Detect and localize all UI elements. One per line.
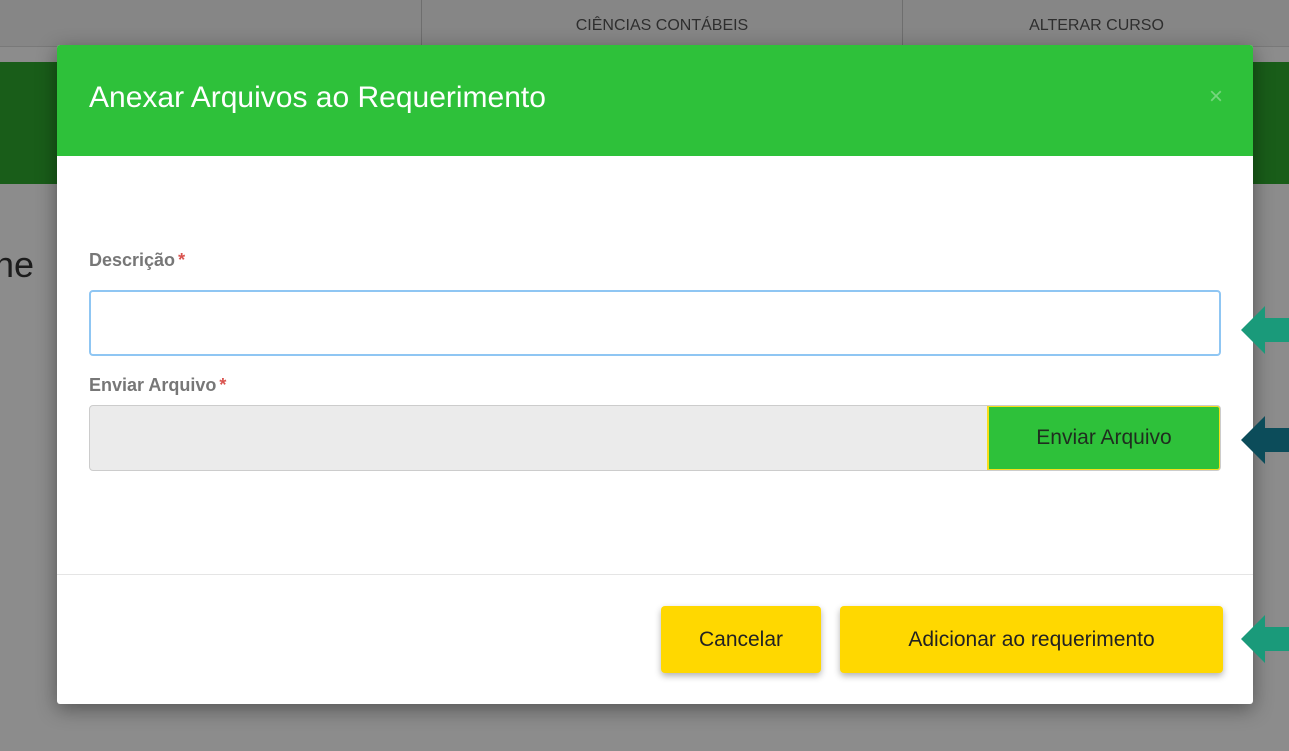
file-upload-group: Enviar Arquivo [89,405,1221,471]
upload-file-button[interactable]: Enviar Arquivo [987,406,1220,470]
required-marker: * [178,250,186,270]
footer-divider [57,574,1253,575]
description-input[interactable] [89,290,1221,356]
description-label: Descrição * [89,250,185,271]
description-label-text: Descrição [89,250,176,270]
cancel-button[interactable]: Cancelar [661,606,821,673]
required-marker: * [219,375,227,395]
add-to-request-button[interactable]: Adicionar ao requerimento [840,606,1223,673]
modal-title: Anexar Arquivos ao Requerimento [89,81,546,114]
close-icon[interactable]: × [1209,83,1223,111]
file-name-display [90,406,987,470]
modal-header: Anexar Arquivos ao Requerimento × [57,45,1253,156]
attach-files-modal: Anexar Arquivos ao Requerimento × Descri… [57,45,1253,704]
file-label: Enviar Arquivo * [89,375,226,396]
file-label-text: Enviar Arquivo [89,375,217,395]
